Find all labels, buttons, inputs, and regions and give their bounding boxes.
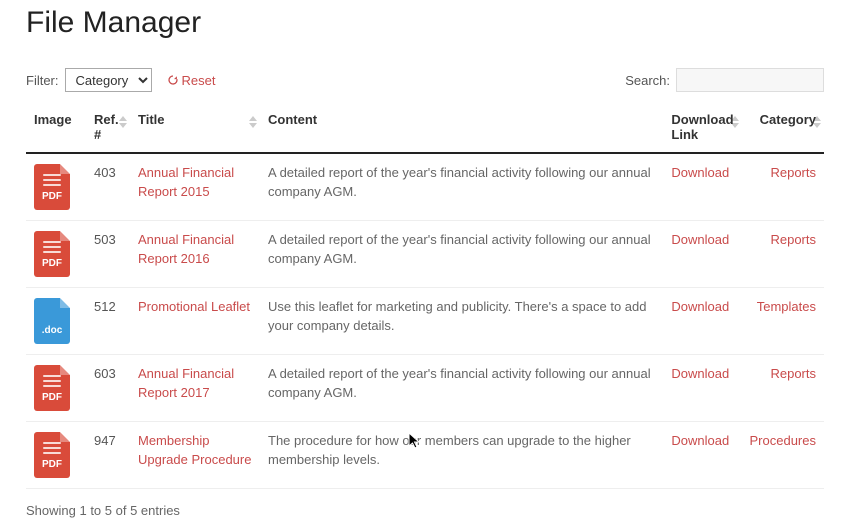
sort-icon — [119, 116, 126, 128]
filter-label: Filter: — [26, 73, 59, 88]
col-header-ref[interactable]: Ref. # — [86, 102, 130, 153]
title-link[interactable]: Annual Financial Report 2016 — [138, 232, 234, 266]
file-icon-label: PDF — [42, 458, 62, 473]
col-header-image[interactable]: Image — [26, 102, 86, 153]
category-link[interactable]: Templates — [757, 299, 816, 314]
category-link[interactable]: Reports — [770, 366, 816, 381]
content-cell: A detailed report of the year's financia… — [260, 355, 663, 422]
file-icon-label: PDF — [42, 391, 62, 406]
controls-bar: Filter: Category Reset Search: — [26, 68, 824, 92]
reset-icon — [168, 75, 178, 85]
ref-cell: 512 — [86, 288, 130, 355]
file-icon-label: .doc — [42, 324, 63, 339]
sort-icon — [813, 116, 820, 128]
content-cell: A detailed report of the year's financia… — [260, 221, 663, 288]
ref-cell: 403 — [86, 153, 130, 221]
pdf-file-icon[interactable]: PDF — [34, 432, 70, 478]
content-cell: A detailed report of the year's financia… — [260, 153, 663, 221]
download-link[interactable]: Download — [671, 366, 729, 381]
table-row: PDF 403Annual Financial Report 2015 A deta… — [26, 153, 824, 221]
ref-cell: 603 — [86, 355, 130, 422]
col-header-download[interactable]: Download Link — [663, 102, 741, 153]
reset-label: Reset — [182, 73, 216, 88]
file-icon-label: PDF — [42, 257, 62, 272]
file-table: Image Ref. # Title Content Download Link… — [26, 102, 824, 489]
title-link[interactable]: Membership Upgrade Procedure — [138, 433, 251, 467]
category-link[interactable]: Reports — [770, 165, 816, 180]
search-label: Search: — [625, 73, 670, 88]
search-input[interactable] — [676, 68, 824, 92]
pdf-file-icon[interactable]: PDF — [34, 164, 70, 210]
reset-button[interactable]: Reset — [168, 73, 216, 88]
col-header-title[interactable]: Title — [130, 102, 260, 153]
table-row: PDF 603Annual Financial Report 2017 A deta… — [26, 355, 824, 422]
table-row: PDF 947Membership Upgrade Procedure The pr… — [26, 422, 824, 489]
table-footer-info: Showing 1 to 5 of 5 entries — [26, 503, 824, 518]
title-link[interactable]: Promotional Leaflet — [138, 299, 250, 314]
title-link[interactable]: Annual Financial Report 2015 — [138, 165, 234, 199]
table-row: PDF 503Annual Financial Report 2016 A deta… — [26, 221, 824, 288]
filter-select[interactable]: Category — [65, 68, 152, 92]
ref-cell: 503 — [86, 221, 130, 288]
pdf-file-icon[interactable]: PDF — [34, 231, 70, 277]
table-row: .doc 512 Promotional Leaflet Use this leafl… — [26, 288, 824, 355]
title-link[interactable]: Annual Financial Report 2017 — [138, 366, 234, 400]
download-link[interactable]: Download — [671, 232, 729, 247]
content-cell: The procedure for how our members can up… — [260, 422, 663, 489]
content-cell: Use this leaflet for marketing and publi… — [260, 288, 663, 355]
sort-icon — [249, 116, 256, 128]
category-link[interactable]: Procedures — [750, 433, 816, 448]
col-header-content[interactable]: Content — [260, 102, 663, 153]
download-link[interactable]: Download — [671, 165, 729, 180]
col-header-category[interactable]: Category — [742, 102, 824, 153]
sort-icon — [731, 116, 738, 128]
ref-cell: 947 — [86, 422, 130, 489]
file-icon-label: PDF — [42, 190, 62, 205]
doc-file-icon[interactable]: .doc — [34, 298, 70, 344]
page-title: File Manager — [26, 6, 824, 40]
download-link[interactable]: Download — [671, 299, 729, 314]
download-link[interactable]: Download — [671, 433, 729, 448]
pdf-file-icon[interactable]: PDF — [34, 365, 70, 411]
category-link[interactable]: Reports — [770, 232, 816, 247]
